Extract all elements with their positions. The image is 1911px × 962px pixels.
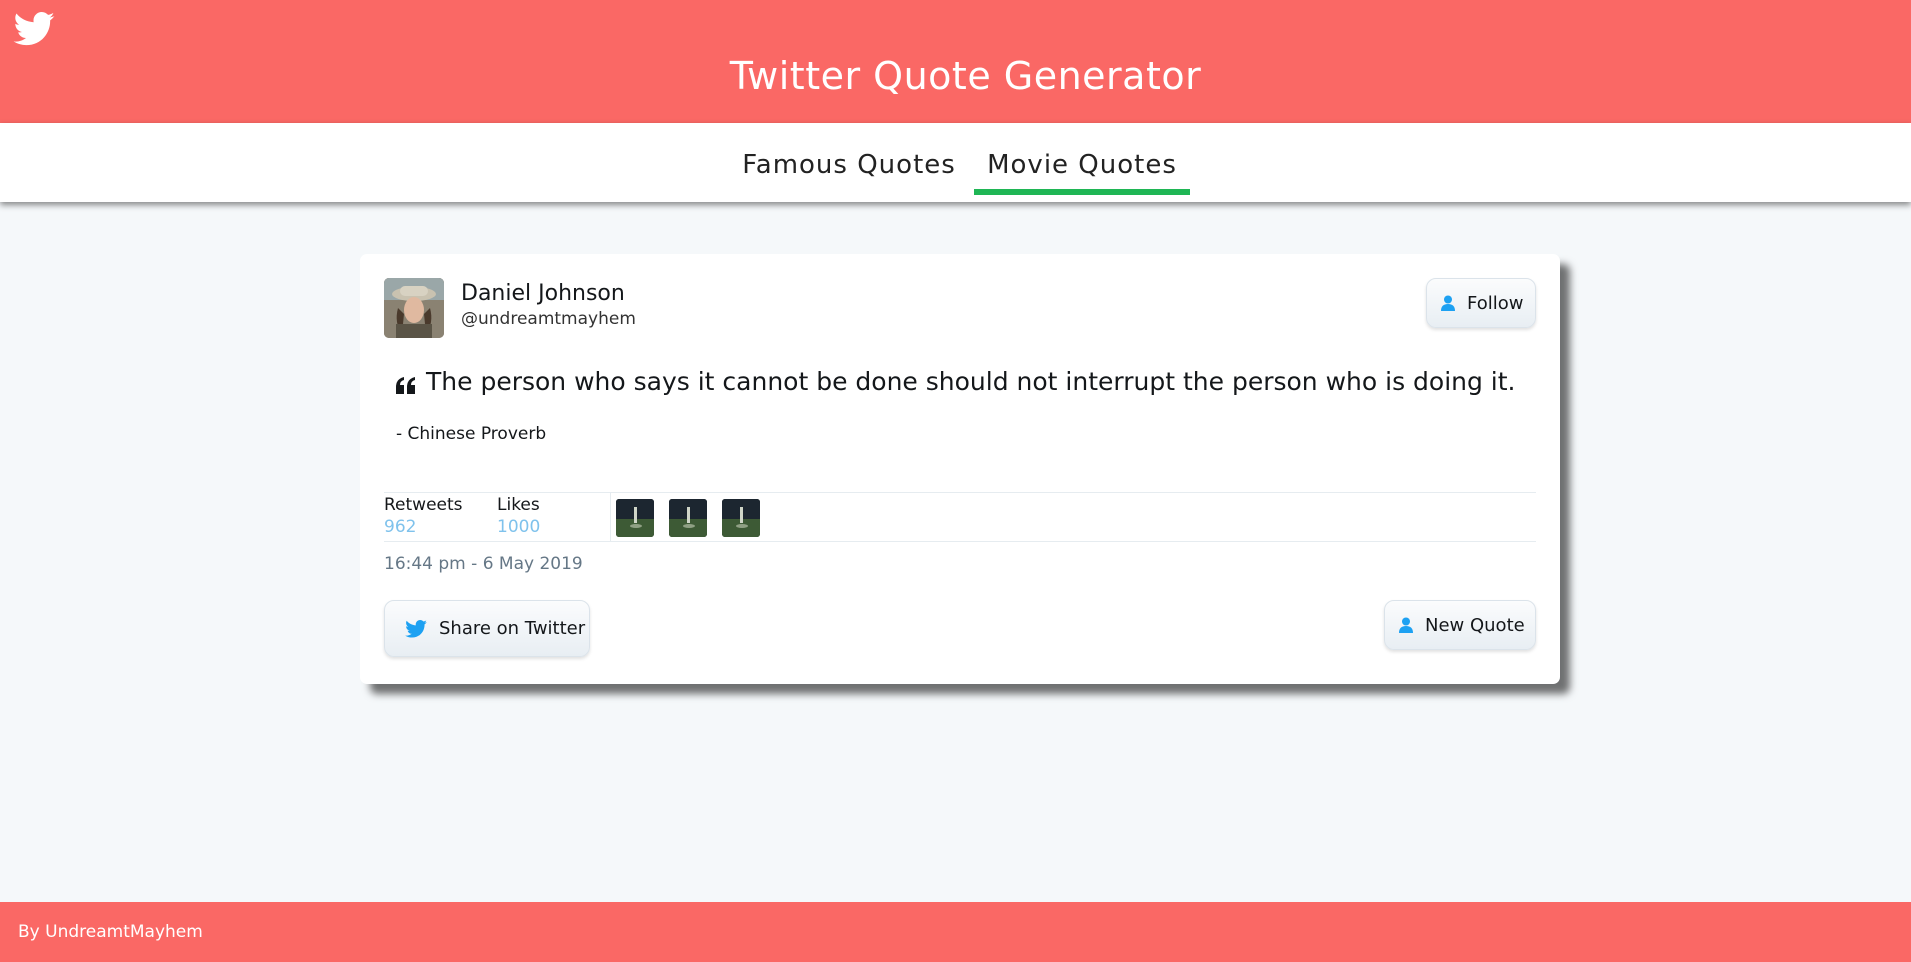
new-quote-label: New Quote xyxy=(1425,614,1525,636)
quote-author: - Chinese Proverb xyxy=(396,424,547,444)
quote-text: The person who says it cannot be done sh… xyxy=(426,367,1516,396)
stats-divider xyxy=(610,493,611,541)
active-tab-indicator xyxy=(974,189,1190,195)
tab-movie-quotes[interactable]: Movie Quotes xyxy=(974,145,1190,195)
liker-avatar-image xyxy=(616,499,654,537)
tweet-card: Daniel Johnson @undreamtmayhem Follow Th… xyxy=(360,254,1560,684)
user-icon xyxy=(1399,617,1413,633)
twitter-bird-icon[interactable] xyxy=(13,12,55,46)
likes-label: Likes xyxy=(497,495,540,515)
footer-credit: By UndreamtMayhem xyxy=(18,922,203,942)
follow-label: Follow xyxy=(1467,292,1524,314)
footer: By UndreamtMayhem xyxy=(0,902,1911,962)
tab-famous-quotes[interactable]: Famous Quotes xyxy=(739,145,959,195)
avatar xyxy=(384,278,444,338)
quote-left-icon xyxy=(396,377,415,394)
header: Twitter Quote Generator xyxy=(0,0,1911,123)
new-quote-button[interactable]: New Quote xyxy=(1384,600,1536,650)
app-title: Twitter Quote Generator xyxy=(729,54,1202,98)
retweets-label: Retweets xyxy=(384,495,463,515)
retweets-count: 962 xyxy=(384,517,417,537)
twitter-bird-icon xyxy=(405,619,427,638)
tweet-stats: Retweets 962 Likes 1000 xyxy=(384,492,1536,542)
timestamp: 16:44 pm - 6 May 2019 xyxy=(384,554,583,574)
liker-avatar[interactable] xyxy=(669,499,707,537)
follow-button[interactable]: Follow xyxy=(1426,278,1536,328)
share-on-twitter-button[interactable]: Share on Twitter xyxy=(384,600,590,657)
liker-avatar[interactable] xyxy=(616,499,654,537)
liker-avatar-image xyxy=(669,499,707,537)
user-handle: @undreamtmayhem xyxy=(461,309,636,329)
share-label: Share on Twitter xyxy=(439,618,586,639)
liker-avatar[interactable] xyxy=(722,499,760,537)
likes-count: 1000 xyxy=(497,517,541,537)
liker-avatar-image xyxy=(722,499,760,537)
user-icon xyxy=(1441,295,1455,311)
tab-bar: Famous Quotes Movie Quotes xyxy=(0,123,1911,202)
avatar-image xyxy=(384,278,444,338)
